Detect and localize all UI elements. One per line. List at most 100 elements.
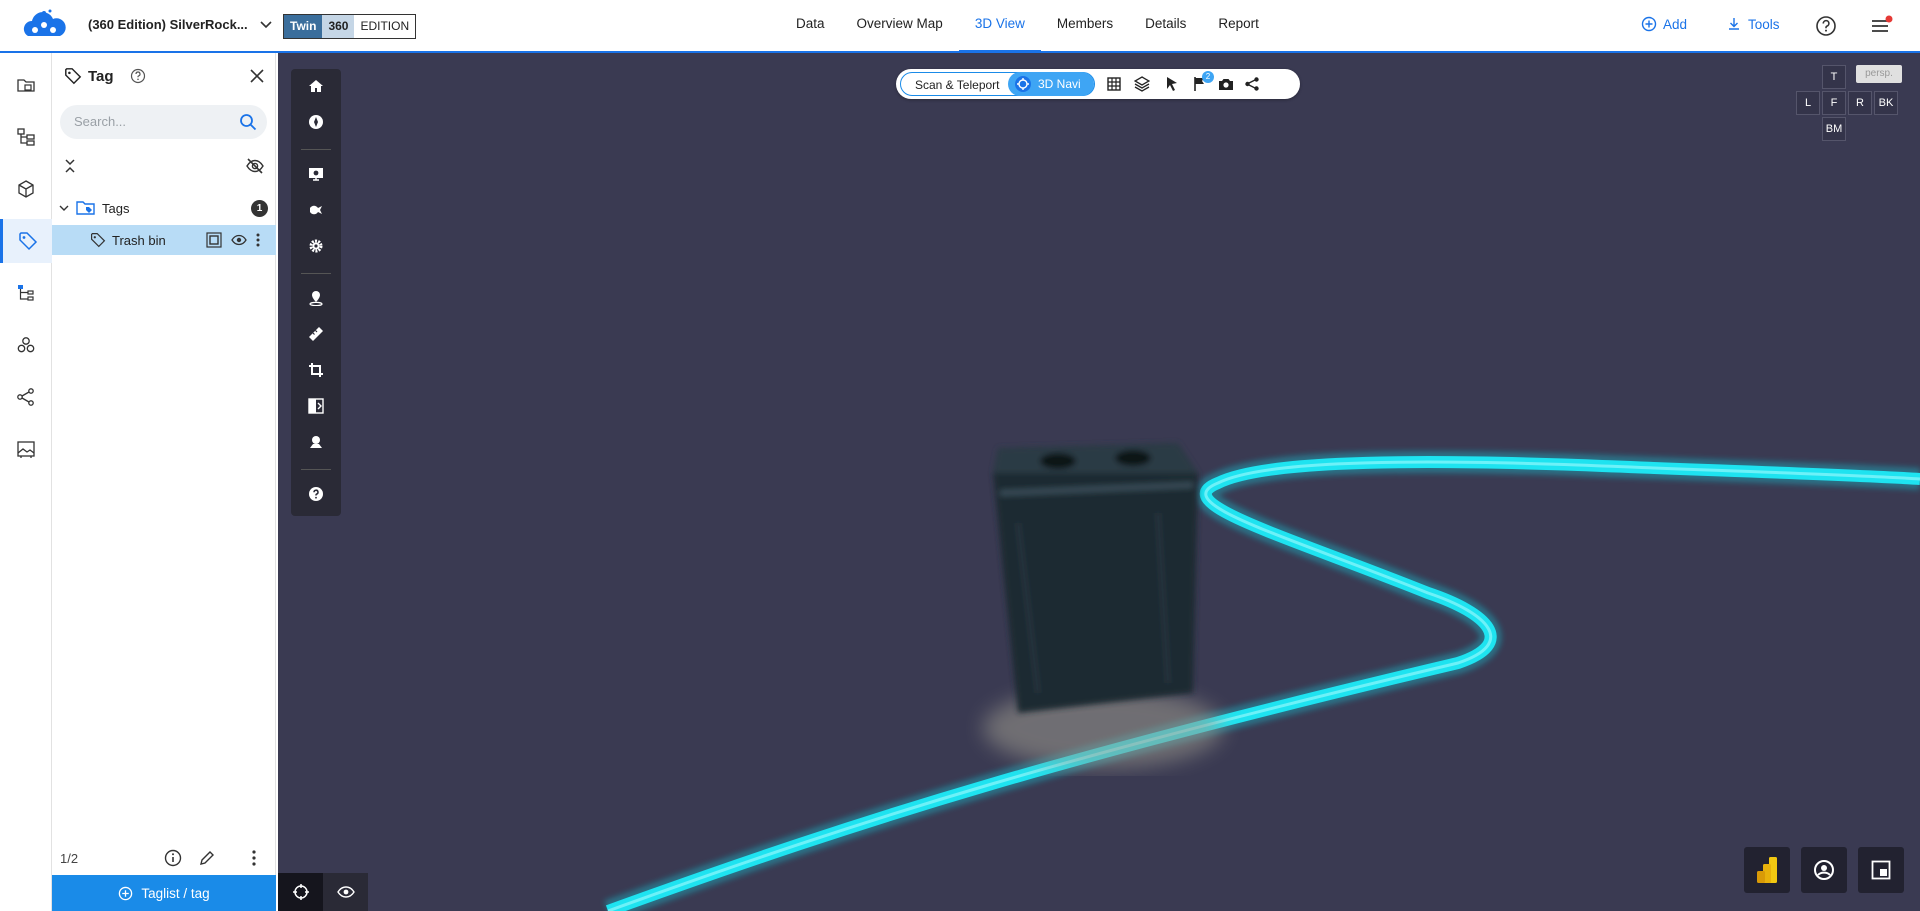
add-taglist-button[interactable]: Taglist / tag [52, 875, 276, 911]
tag-panel: Tag Tags 1 Trash bin 1/2 Taglist / tag [52, 53, 276, 911]
panel-footer: 1/2 [52, 843, 276, 873]
tools-button[interactable]: Tools [1726, 16, 1780, 32]
tab-details[interactable]: Details [1129, 0, 1202, 53]
power-bi-button[interactable] [1744, 847, 1790, 893]
tab-members[interactable]: Members [1041, 0, 1129, 53]
crosshair-icon [292, 884, 309, 900]
rail-share[interactable] [0, 375, 52, 419]
tag-icon [91, 233, 106, 248]
eye-off-icon[interactable] [245, 157, 265, 175]
more-vertical-icon[interactable] [251, 849, 257, 867]
tool-settings[interactable] [291, 231, 341, 261]
chevron-down-icon[interactable] [258, 16, 274, 32]
edition-360: 360 [322, 15, 355, 38]
edit-icon[interactable] [198, 849, 216, 867]
tag-icon [65, 68, 82, 85]
visibility-button[interactable] [323, 873, 368, 911]
bounding-box-icon[interactable] [206, 232, 222, 248]
mode-scan-teleport[interactable]: Scan & Teleport [915, 78, 1000, 92]
panel-header: Tag [64, 67, 146, 85]
tool-object[interactable] [291, 427, 341, 457]
mode-3d-navi[interactable]: 3D Navi [1008, 72, 1094, 96]
help-icon[interactable] [130, 68, 146, 84]
add-taglist-label: Taglist / tag [141, 885, 210, 901]
home-icon [309, 80, 323, 92]
eye-icon[interactable] [231, 233, 247, 247]
scene-canvas[interactable] [278, 53, 1920, 911]
tab-data[interactable]: Data [780, 0, 841, 53]
view-top[interactable]: T [1822, 65, 1846, 89]
tool-crop[interactable] [291, 355, 341, 385]
view-right[interactable]: R [1848, 91, 1872, 115]
trash-bin-model [993, 443, 1198, 713]
projection-toggle[interactable]: persp. [1856, 65, 1902, 83]
tool-location[interactable] [291, 283, 341, 313]
layers-icon[interactable] [1134, 76, 1150, 92]
tool-measure[interactable] [291, 319, 341, 349]
tool-compass[interactable] [291, 107, 341, 137]
app-logo-icon[interactable] [20, 8, 68, 44]
edition-badge: Twin 360 EDITION [283, 14, 417, 39]
edition-twin: Twin [284, 15, 323, 38]
tool-drone[interactable] [291, 195, 341, 225]
page-counter: 1/2 [60, 851, 79, 866]
cursor-icon[interactable] [1164, 76, 1180, 92]
tree-icon [18, 285, 34, 301]
rail-tree[interactable] [0, 271, 52, 315]
help-icon[interactable] [1815, 15, 1837, 37]
rail-cube[interactable] [0, 167, 52, 211]
tool-compare[interactable] [291, 391, 341, 421]
rail-cluster[interactable] [0, 323, 52, 367]
mode-toggle[interactable]: Scan & Teleport 3D Navi [900, 72, 1095, 96]
add-button[interactable]: Add [1641, 16, 1687, 32]
tool-help[interactable] [291, 479, 341, 509]
view-left[interactable]: L [1796, 91, 1820, 115]
viewpoint-icon [1814, 860, 1834, 880]
tool-home[interactable] [291, 71, 341, 101]
view-bottom[interactable]: BM [1822, 117, 1846, 141]
tree-group-tags[interactable]: Tags 1 [52, 193, 276, 223]
tab-3d-view[interactable]: 3D View [958, 0, 1041, 53]
chevron-down-icon[interactable] [58, 202, 70, 214]
compass-icon [309, 115, 323, 129]
tag-row-trash-bin[interactable]: Trash bin [52, 225, 276, 255]
share-icon[interactable] [1244, 76, 1260, 92]
rail-image[interactable] [0, 427, 52, 471]
hierarchy-icon [17, 128, 35, 146]
plus-circle-icon [119, 886, 133, 900]
3d-viewport[interactable]: Scan & Teleport 3D Navi 2 T L F R BK BM … [278, 53, 1920, 911]
plus-circle-icon [1641, 16, 1657, 32]
more-vertical-icon[interactable] [255, 232, 261, 248]
compare-icon [308, 398, 324, 414]
picture-in-picture-icon [1871, 860, 1891, 880]
project-name[interactable]: (360 Edition) SilverRock... [88, 17, 248, 32]
collapse-all-icon[interactable] [63, 157, 77, 175]
folders-icon [17, 79, 35, 92]
camera-icon[interactable] [1218, 76, 1234, 92]
rail-folders[interactable] [0, 63, 52, 107]
search-input[interactable] [74, 114, 224, 129]
grid-icon[interactable] [1106, 76, 1122, 92]
avatar-view-button[interactable] [1801, 847, 1847, 893]
tab-overview-map[interactable]: Overview Map [841, 0, 959, 53]
close-icon[interactable] [249, 68, 265, 84]
image-icon [17, 441, 35, 458]
recenter-button[interactable] [278, 873, 323, 911]
rail-hierarchy[interactable] [0, 115, 52, 159]
view-back[interactable]: BK [1874, 91, 1898, 115]
rail-tag[interactable] [0, 219, 52, 263]
map-pin-icon [309, 291, 323, 306]
object-icon [310, 436, 322, 448]
view-front[interactable]: F [1822, 91, 1846, 115]
info-icon[interactable] [164, 849, 182, 867]
search-icon[interactable] [239, 113, 257, 131]
left-rail [0, 53, 52, 911]
tab-report[interactable]: Report [1202, 0, 1275, 53]
minimap-button[interactable] [1858, 847, 1904, 893]
share-icon [17, 388, 34, 406]
tool-presentation[interactable] [291, 159, 341, 189]
eye-icon [336, 886, 355, 898]
group-label: Tags [102, 200, 130, 216]
add-label: Add [1663, 16, 1688, 32]
menu-icon[interactable] [1869, 14, 1893, 38]
